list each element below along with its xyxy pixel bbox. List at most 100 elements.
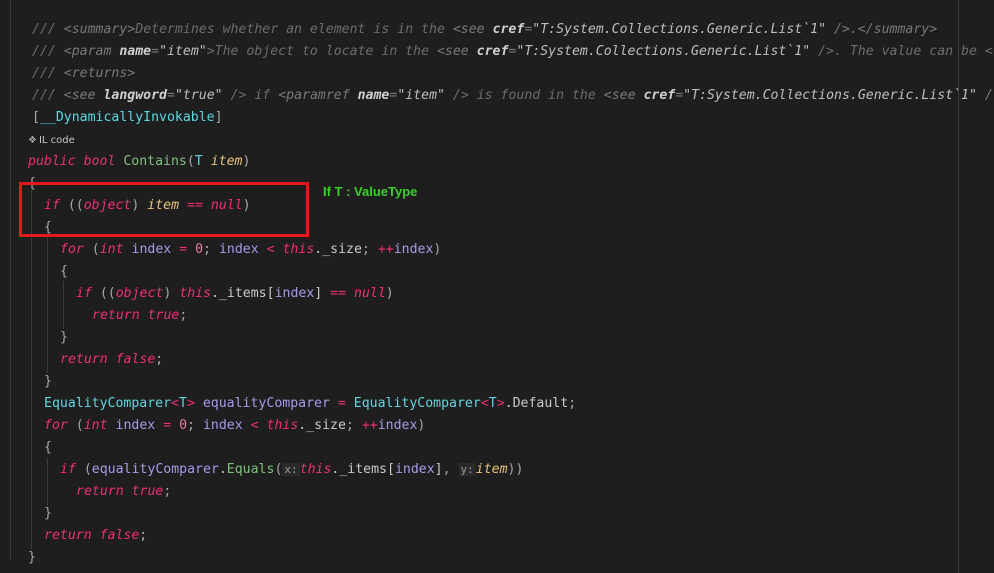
doc-slashes: ///	[32, 22, 56, 37]
var-index: index	[377, 418, 418, 433]
keyword-false: false	[115, 352, 156, 367]
if-equals-check: if (equalityComparer.Equals(x: this._item…	[60, 459, 523, 481]
generic-bracket: >	[186, 396, 195, 411]
indent-guide	[10, 0, 11, 560]
generic-bracket: >	[496, 396, 505, 411]
doc-slashes: ///	[32, 66, 56, 81]
doc-tag: <see	[452, 22, 493, 37]
var-comparer: equalityComparer	[202, 396, 330, 411]
method-equals: Equals	[226, 462, 275, 477]
operator-inc: ++	[361, 418, 378, 433]
var-index: index	[274, 286, 315, 301]
operator-lt: <	[266, 242, 275, 257]
paren: )	[385, 286, 394, 301]
keyword-this: this	[266, 418, 299, 433]
brace: }	[28, 550, 36, 565]
doc-string: "T:System.Collections.Generic.List`1"	[516, 44, 811, 59]
doc-text: />. The value can be <	[810, 44, 993, 59]
keyword-return: return	[92, 308, 140, 323]
keyword-true: true	[147, 308, 180, 323]
doc-string: "item"	[397, 88, 445, 103]
doc-tag: <summary>	[63, 22, 136, 37]
operator-assign: =	[337, 396, 346, 411]
brace: }	[44, 374, 52, 389]
keyword-for: for	[60, 242, 84, 257]
doc-string: "item"	[159, 44, 207, 59]
field-size: ._size	[314, 242, 362, 257]
keyword-null: null	[354, 286, 386, 301]
return-false: return false;	[44, 525, 147, 547]
var-comparer: equalityComparer	[91, 462, 219, 477]
keyword-true: true	[131, 484, 164, 499]
doc-text: /> if	[222, 88, 279, 103]
field-items: ._items[	[331, 462, 395, 477]
paren: ))	[507, 462, 524, 477]
doc-attr: cref	[476, 44, 509, 59]
property-default: .Default	[504, 396, 569, 411]
doc-eq: =	[675, 88, 684, 103]
semicolon: ;	[361, 242, 370, 257]
operator-assign: =	[179, 242, 188, 257]
keyword-int: int	[99, 242, 124, 257]
paren: )	[417, 418, 426, 433]
doc-comment-line: /// <returns>	[32, 63, 135, 85]
doc-tag: <see	[603, 88, 644, 103]
indent-guide	[47, 237, 48, 373]
operator-eq: ==	[330, 286, 347, 301]
generic-bracket: <	[480, 396, 489, 411]
return-true: return true;	[92, 305, 187, 327]
attr-bracket: [	[32, 110, 40, 125]
keyword-bool: bool	[83, 154, 116, 169]
doc-comment-line: /// <summary>Determines whether an eleme…	[32, 19, 937, 41]
operator-assign: =	[163, 418, 172, 433]
doc-attr: langword	[103, 88, 168, 103]
doc-text: /> is found in the	[444, 88, 604, 103]
code-editor[interactable]: /// <summary>Determines whether an eleme…	[0, 0, 994, 573]
comparer-declaration: EqualityComparer<T> equalityComparer = E…	[44, 393, 576, 415]
indent-guide	[63, 281, 64, 329]
keyword-if: if	[60, 462, 76, 477]
doc-attr: cref	[643, 88, 676, 103]
keyword-this: this	[299, 462, 332, 477]
for-loop: for (int index = 0; index < this._size; …	[60, 239, 441, 261]
doc-comment-line: /// <param name="item">The object to loc…	[32, 41, 993, 63]
paren: (	[83, 462, 92, 477]
type-param: T	[179, 396, 187, 411]
il-code-link[interactable]: ❖ IL code	[28, 134, 75, 148]
annotation-note: If T : ValueType	[323, 184, 418, 199]
doc-string: "T:System.Collections.Generic.List`1"	[532, 22, 827, 37]
number: 0	[179, 418, 188, 433]
dot: .	[218, 462, 227, 477]
doc-eq: =	[167, 88, 175, 103]
keyword-this: this	[282, 242, 315, 257]
paren: )	[433, 242, 442, 257]
doc-string: "true"	[174, 88, 223, 103]
keyword-object: object	[115, 286, 164, 301]
var-index: index	[131, 242, 172, 257]
var-index: index	[115, 418, 156, 433]
doc-tag: <see	[436, 44, 477, 59]
comma: ,	[442, 462, 451, 477]
var-index: index	[202, 418, 243, 433]
highlight-box	[19, 182, 309, 237]
return-true: return true;	[76, 481, 171, 503]
type-param: T	[194, 154, 203, 169]
brace: }	[60, 330, 68, 345]
type-name: EqualityComparer	[353, 396, 481, 411]
semicolon: ;	[345, 418, 354, 433]
paren: (	[186, 154, 195, 169]
type-param: T	[488, 396, 497, 411]
doc-attr: name	[357, 88, 390, 103]
attribute-line: [__DynamicallyInvokable]	[32, 107, 223, 129]
param-item: item	[475, 462, 508, 477]
il-code-label: IL code	[38, 135, 75, 146]
doc-string: "T:System.Collections.Generic.List`1"	[683, 88, 977, 103]
doc-tag: <see	[63, 88, 104, 103]
indent-guide	[31, 190, 32, 550]
var-index: index	[218, 242, 259, 257]
operator-lt: <	[250, 418, 259, 433]
paren: ((	[99, 286, 116, 301]
doc-slashes: ///	[32, 88, 56, 103]
doc-tag: /	[976, 88, 993, 103]
indent-guide	[47, 458, 48, 506]
